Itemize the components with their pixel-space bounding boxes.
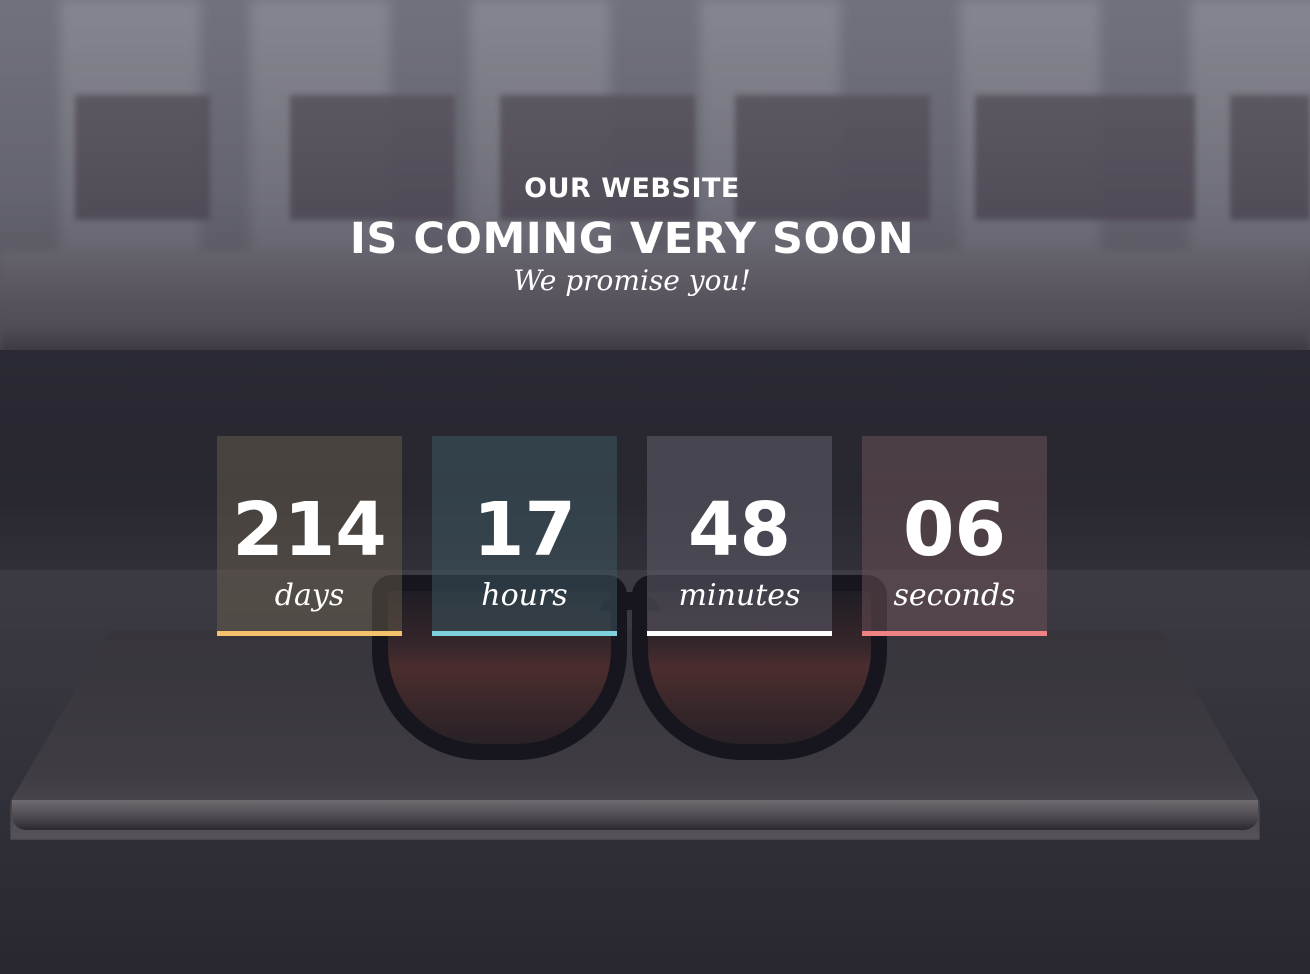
countdown-minutes-label: minutes: [678, 578, 801, 613]
countdown-timer: 214 days 17 hours 48 minutes 06 seconds: [217, 436, 1047, 636]
countdown-seconds: 06 seconds: [862, 436, 1047, 636]
countdown-days-accent-bar: [217, 631, 402, 636]
countdown-hours-label: hours: [481, 578, 568, 613]
countdown-days: 214 days: [217, 436, 402, 636]
countdown-seconds-accent-bar: [862, 631, 1047, 636]
countdown-hours: 17 hours: [432, 436, 617, 636]
page-title: IS COMING VERY SOON: [349, 214, 915, 264]
countdown-seconds-value: 06: [903, 487, 1006, 573]
heading-subtitle: OUR WEBSITE: [524, 173, 740, 204]
countdown-minutes-accent-bar: [647, 631, 832, 636]
countdown-minutes-value: 48: [688, 487, 791, 573]
countdown-days-value: 214: [232, 487, 387, 573]
tagline: We promise you!: [513, 264, 751, 297]
countdown-seconds-label: seconds: [893, 578, 1016, 613]
countdown-minutes: 48 minutes: [647, 436, 832, 636]
countdown-hours-value: 17: [473, 487, 576, 573]
coming-soon-content: OUR WEBSITE IS COMING VERY SOON We promi…: [0, 0, 1310, 974]
countdown-days-label: days: [274, 578, 345, 613]
countdown-hours-accent-bar: [432, 631, 617, 636]
